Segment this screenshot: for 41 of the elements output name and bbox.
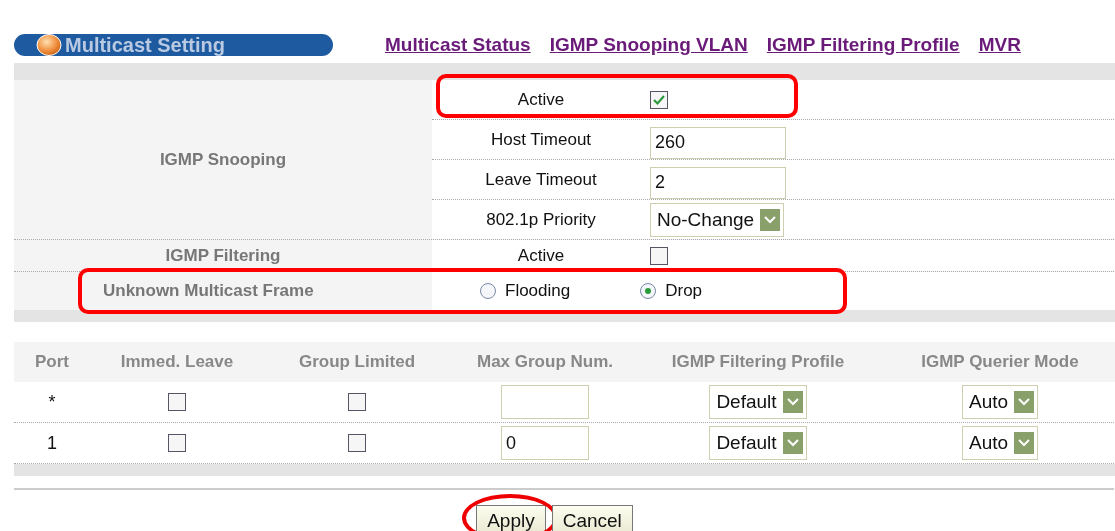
nav-link[interactable]: MVR	[978, 34, 1021, 56]
input-field[interactable]: 260	[650, 126, 786, 159]
group-label: IGMP Filtering	[165, 245, 281, 266]
field-label: 802.1p Priority	[486, 209, 596, 230]
column-header: Group Limited	[297, 351, 417, 373]
column-header: IGMP Querier Mode	[920, 351, 1080, 373]
radio-option[interactable]: Drop	[640, 281, 703, 301]
nav-link[interactable]: IGMP Filtering Profile	[766, 34, 960, 56]
field-label: Leave Timeout	[485, 169, 597, 190]
dropdown[interactable]: No-Change	[650, 202, 785, 237]
field-label: Active	[517, 245, 565, 266]
table-cell: 1	[47, 432, 57, 454]
field-label: Active	[517, 89, 565, 110]
field-label: Host Timeout	[490, 129, 592, 150]
dropdown[interactable]: Auto	[961, 385, 1039, 419]
column-header: IGMP Filtering Profile	[670, 351, 846, 373]
section-title: Multicast Setting	[14, 34, 333, 56]
checkbox[interactable]	[168, 434, 186, 452]
group-label: IGMP Snooping	[159, 149, 287, 170]
table-cell: *	[48, 391, 56, 413]
column-header: Immed. Leave	[119, 351, 235, 373]
form-button[interactable]: Apply	[476, 505, 546, 531]
checkbox[interactable]	[348, 393, 366, 411]
nav-link[interactable]: IGMP Snooping VLAN	[549, 34, 748, 56]
checkbox[interactable]	[168, 393, 186, 411]
orb-icon	[36, 34, 62, 56]
dropdown[interactable]: Default	[709, 426, 807, 460]
column-header: Max Group Num.	[476, 351, 614, 373]
input-field[interactable]: 0	[501, 426, 589, 460]
checkbox[interactable]	[348, 434, 366, 452]
input-field[interactable]	[501, 385, 589, 419]
form-button[interactable]: Cancel	[551, 505, 633, 531]
column-header: Port	[34, 351, 70, 373]
dropdown[interactable]: Auto	[961, 426, 1039, 460]
nav-link[interactable]: Multicast Status	[385, 34, 531, 56]
input-field[interactable]: 2	[650, 166, 786, 199]
checkbox[interactable]	[650, 90, 668, 109]
radio-option[interactable]: Flooding	[480, 281, 571, 301]
dropdown[interactable]: Default	[709, 385, 807, 419]
checkbox[interactable]	[650, 246, 668, 265]
group-label: Unknown Multicast Frame	[103, 281, 314, 301]
